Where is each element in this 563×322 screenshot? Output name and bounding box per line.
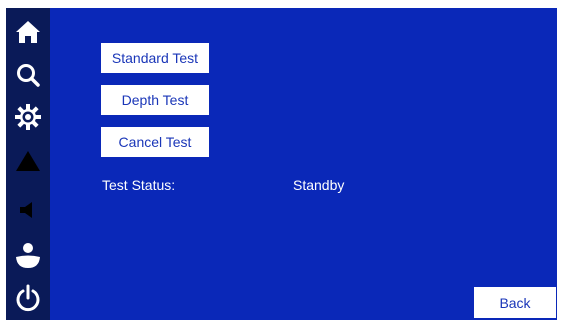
warning-icon (16, 151, 40, 171)
device-screen: Standard Test Depth Test Cancel Test Tes… (6, 8, 557, 320)
sidebar-item-user[interactable] (6, 238, 50, 274)
search-icon (17, 64, 40, 87)
sidebar-item-search[interactable] (6, 57, 50, 93)
cancel-test-button[interactable]: Cancel Test (101, 127, 209, 157)
test-status-label: Test Status: (102, 177, 176, 193)
main-panel: Standard Test Depth Test Cancel Test Tes… (50, 8, 557, 320)
speaker-icon (20, 202, 32, 218)
test-status-value: Standby (293, 177, 345, 193)
user-icon (16, 243, 40, 268)
sidebar-item-settings[interactable] (6, 99, 50, 135)
sidebar-item-power[interactable] (6, 280, 50, 316)
sidebar-item-alarms[interactable] (6, 143, 50, 179)
sidebar-item-sound[interactable] (6, 192, 50, 228)
depth-test-button[interactable]: Depth Test (101, 85, 209, 115)
standard-test-button[interactable]: Standard Test (101, 43, 209, 73)
power-icon (16, 284, 40, 312)
sidebar (6, 8, 50, 320)
sidebar-item-home[interactable] (6, 14, 50, 50)
back-button[interactable]: Back (474, 287, 556, 318)
gear-icon (15, 104, 41, 130)
home-icon (16, 21, 40, 43)
